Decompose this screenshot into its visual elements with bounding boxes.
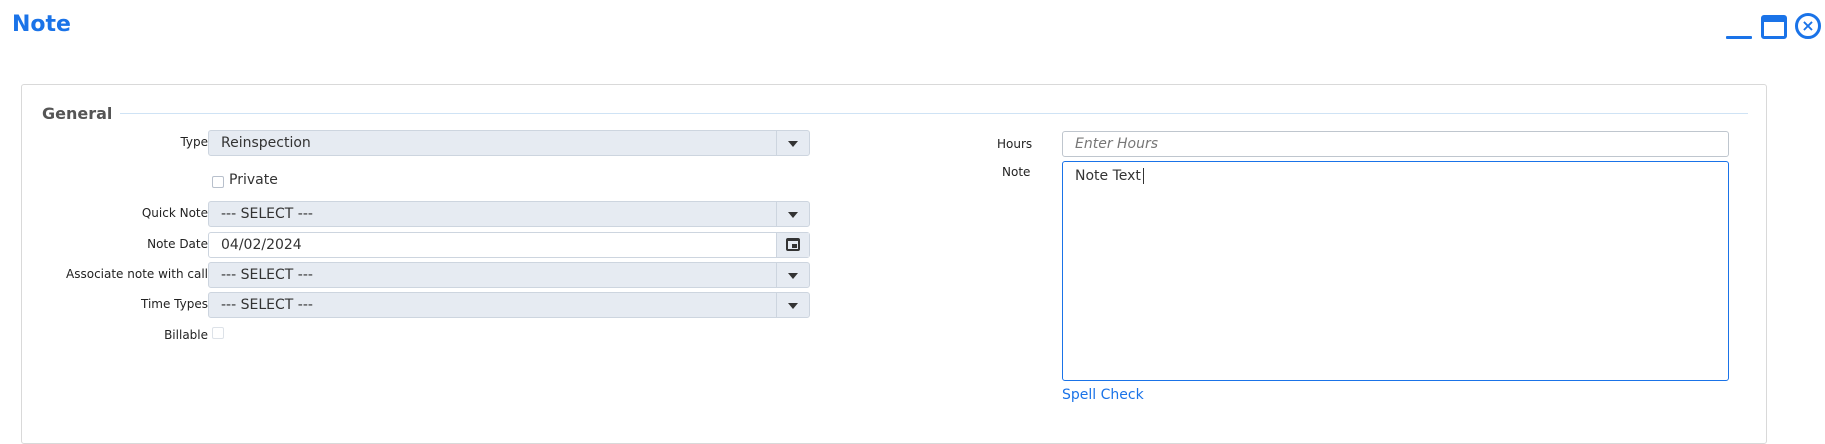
calendar-icon[interactable] xyxy=(776,233,809,257)
billable-label: Billable xyxy=(164,328,208,342)
maximize-icon[interactable] xyxy=(1759,12,1789,42)
note-label: Note xyxy=(1002,165,1031,179)
time-types-select[interactable]: --- SELECT --- xyxy=(208,292,810,318)
note-textarea[interactable]: Note Text xyxy=(1062,161,1729,381)
type-select[interactable]: Reinspection xyxy=(208,130,810,156)
note-date-input[interactable]: 04/02/2024 xyxy=(208,232,810,258)
note-date-label: Note Date xyxy=(147,237,208,251)
associate-call-label: Associate note with call xyxy=(66,267,208,281)
note-text: Note Text xyxy=(1075,168,1141,184)
hours-label: Hours xyxy=(997,137,1033,151)
quick-note-value: --- SELECT --- xyxy=(221,206,313,222)
associate-call-value: --- SELECT --- xyxy=(221,267,313,283)
general-fieldset: General Type Reinspection Private Quick … xyxy=(21,84,1767,444)
private-checkbox[interactable] xyxy=(212,176,224,188)
associate-call-select[interactable]: --- SELECT --- xyxy=(208,262,810,288)
spell-check-link[interactable]: Spell Check xyxy=(1062,387,1144,403)
type-label: Type xyxy=(180,135,208,149)
chevron-down-icon[interactable] xyxy=(776,263,809,287)
close-icon[interactable]: × xyxy=(1794,12,1824,42)
private-label: Private xyxy=(229,172,278,188)
legend-divider xyxy=(114,113,1748,114)
hours-input[interactable]: Enter Hours xyxy=(1062,131,1729,157)
chevron-down-icon[interactable] xyxy=(776,131,809,155)
note-date-value: 04/02/2024 xyxy=(221,237,302,253)
time-types-value: --- SELECT --- xyxy=(221,297,313,313)
quick-note-label: Quick Note xyxy=(141,206,208,220)
chevron-down-icon[interactable] xyxy=(776,202,809,226)
minimize-icon[interactable] xyxy=(1724,12,1754,42)
text-cursor xyxy=(1142,168,1144,184)
general-legend: General xyxy=(42,104,121,123)
type-value: Reinspection xyxy=(221,135,311,151)
chevron-down-icon[interactable] xyxy=(776,293,809,317)
window-title: Note xyxy=(12,12,71,37)
time-types-label: Time Types xyxy=(141,297,208,311)
billable-checkbox[interactable] xyxy=(212,327,224,339)
quick-note-select[interactable]: --- SELECT --- xyxy=(208,201,810,227)
